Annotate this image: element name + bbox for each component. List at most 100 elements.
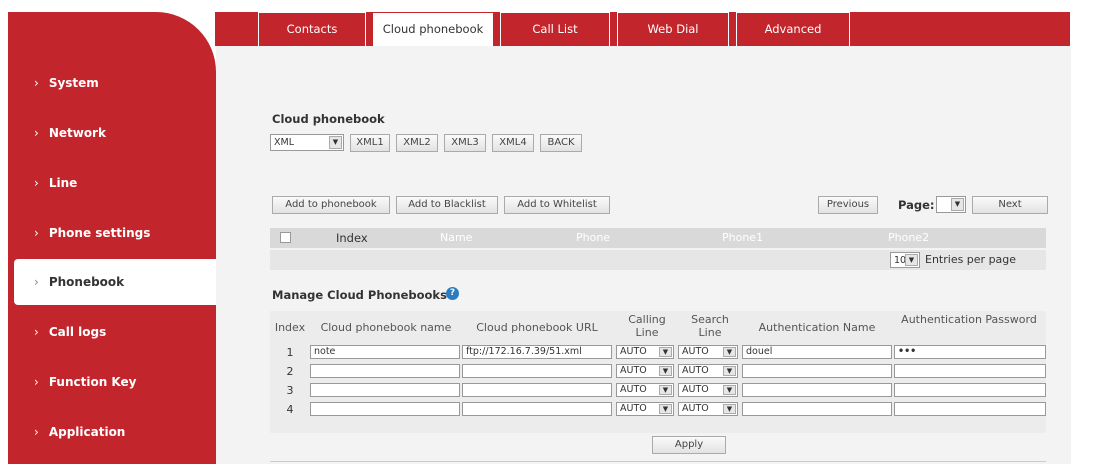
chevron-down-icon: ▼ <box>951 198 964 211</box>
phonebook-name-input[interactable] <box>310 383 460 397</box>
chevron-down-icon: ▼ <box>723 347 736 357</box>
chevron-right-icon: › <box>34 325 39 339</box>
row-index: 1 <box>286 346 294 359</box>
sidebar-item-system[interactable]: › System <box>8 60 216 106</box>
column-header-phone[interactable]: Phone <box>576 231 610 244</box>
auth-password-input[interactable]: ••• <box>894 345 1046 359</box>
tab-advanced[interactable]: Advanced <box>736 12 850 46</box>
column-header-phone1[interactable]: Phone1 <box>722 231 763 244</box>
xml4-button[interactable]: XML4 <box>492 134 534 152</box>
contacts-table-header: Index Name Phone Phone1 Phone2 <box>270 228 1046 248</box>
next-button[interactable]: Next <box>972 196 1048 214</box>
auth-password-input[interactable] <box>894 402 1046 416</box>
calling-line-value: AUTO <box>620 365 647 376</box>
apply-button[interactable]: Apply <box>652 436 726 454</box>
tab-web-dial[interactable]: Web Dial <box>617 12 729 46</box>
auth-name-input[interactable] <box>742 402 892 416</box>
select-all-checkbox[interactable] <box>280 232 291 243</box>
phonebook-name-input[interactable] <box>310 364 460 378</box>
chevron-right-icon: › <box>34 425 39 439</box>
sidebar-item-label: Line <box>48 176 78 190</box>
previous-button[interactable]: Previous <box>818 196 878 214</box>
calling-line-select[interactable]: AUTO ▼ <box>616 402 674 416</box>
tab-cloud-phonebook[interactable]: Cloud phonebook <box>372 12 494 48</box>
phonebook-url-input[interactable] <box>462 383 612 397</box>
chevron-right-icon: › <box>34 126 39 140</box>
search-line-value: AUTO <box>682 346 709 357</box>
sidebar-item-label: Application <box>48 425 126 439</box>
column-header-name[interactable]: Name <box>440 231 472 244</box>
sidebar-item-label: Function Key <box>48 375 137 389</box>
phonebook-url-input[interactable] <box>462 402 612 416</box>
sidebar-item-label: Phonebook <box>48 275 125 289</box>
contacts-table-footer: 10 ▼ Entries per page <box>270 250 1046 270</box>
sidebar-item-network[interactable]: › Network <box>8 110 216 156</box>
sidebar-item-call-logs[interactable]: › Call logs <box>8 309 216 355</box>
phonebook-url-input[interactable]: ftp://172.16.7.39/51.xml <box>462 345 612 359</box>
xml-select[interactable]: XML ▼ <box>270 134 344 151</box>
chevron-right-icon: › <box>34 176 39 190</box>
back-button[interactable]: BACK <box>540 134 582 152</box>
row-index: 4 <box>286 403 294 416</box>
sidebar-item-function-key[interactable]: › Function Key <box>8 359 216 405</box>
auth-password-input[interactable] <box>894 383 1046 397</box>
manage-cloud-phonebooks-title: Manage Cloud Phonebooks <box>272 288 447 302</box>
phonebook-url-input[interactable] <box>462 364 612 378</box>
calling-line-select[interactable]: AUTO ▼ <box>616 383 674 397</box>
column-header-index[interactable]: Index <box>336 231 368 245</box>
xml2-button[interactable]: XML2 <box>396 134 438 152</box>
tab-contacts[interactable]: Contacts <box>258 12 366 46</box>
calling-line-value: AUTO <box>620 403 647 414</box>
row-index: 3 <box>286 384 294 397</box>
add-to-blacklist-button[interactable]: Add to Blacklist <box>396 196 498 214</box>
chevron-down-icon: ▼ <box>659 404 672 414</box>
sidebar-item-label: System <box>48 76 99 90</box>
chevron-right-icon: › <box>34 226 39 240</box>
chevron-down-icon: ▼ <box>723 385 736 395</box>
chevron-down-icon: ▼ <box>723 404 736 414</box>
sidebar-item-phone-settings[interactable]: › Phone settings <box>8 210 216 256</box>
chevron-down-icon: ▼ <box>723 366 736 376</box>
auth-password-input[interactable] <box>894 364 1046 378</box>
chevron-right-icon: › <box>34 76 39 90</box>
sidebar-item-application[interactable]: › Application <box>8 409 216 455</box>
entries-per-page-select[interactable]: 10 ▼ <box>890 252 920 268</box>
column-header-index: Index <box>274 321 306 334</box>
page-select[interactable]: ▼ <box>936 196 966 213</box>
phonebook-name-input[interactable] <box>310 402 460 416</box>
sidebar-item-phonebook[interactable]: › Phonebook <box>14 259 216 305</box>
search-line-select[interactable]: AUTO ▼ <box>678 345 738 359</box>
page-label: Page: <box>898 198 935 212</box>
xml3-button[interactable]: XML3 <box>444 134 486 152</box>
column-header-search-line: Search Line <box>691 313 729 339</box>
sidebar-item-label: Phone settings <box>48 226 151 240</box>
sidebar-item-line[interactable]: › Line <box>8 160 216 206</box>
main-content: Cloud phonebook XML ▼ XML1 XML2 XML3 XML… <box>216 46 1071 468</box>
calling-line-value: AUTO <box>620 346 647 357</box>
calling-line-select[interactable]: AUTO ▼ <box>616 345 674 359</box>
search-line-select[interactable]: AUTO ▼ <box>678 402 738 416</box>
auth-name-input[interactable] <box>742 383 892 397</box>
calling-line-select[interactable]: AUTO ▼ <box>616 364 674 378</box>
divider <box>270 461 1046 462</box>
search-line-select[interactable]: AUTO ▼ <box>678 383 738 397</box>
column-header-phonebook-url: Cloud phonebook URL <box>476 321 598 334</box>
column-header-auth-password: Authentication Password <box>901 313 1037 326</box>
sidebar-item-label: Network <box>48 126 106 140</box>
column-header-calling-line: Calling Line <box>628 313 666 339</box>
column-header-phone2[interactable]: Phone2 <box>888 231 929 244</box>
add-to-whitelist-button[interactable]: Add to Whitelist <box>504 196 610 214</box>
help-icon[interactable]: ? <box>446 287 459 300</box>
search-line-select[interactable]: AUTO ▼ <box>678 364 738 378</box>
add-to-phonebook-button[interactable]: Add to phonebook <box>272 196 390 214</box>
column-header-auth-name: Authentication Name <box>758 321 876 334</box>
auth-name-input[interactable]: douel <box>742 345 892 359</box>
chevron-down-icon: ▼ <box>659 385 672 395</box>
search-line-value: AUTO <box>682 403 709 414</box>
auth-name-input[interactable] <box>742 364 892 378</box>
xml-select-value: XML <box>274 137 294 148</box>
chevron-right-icon: › <box>34 375 39 389</box>
phonebook-name-input[interactable]: note <box>310 345 460 359</box>
xml1-button[interactable]: XML1 <box>350 134 390 152</box>
tab-call-list[interactable]: Call List <box>500 12 610 46</box>
